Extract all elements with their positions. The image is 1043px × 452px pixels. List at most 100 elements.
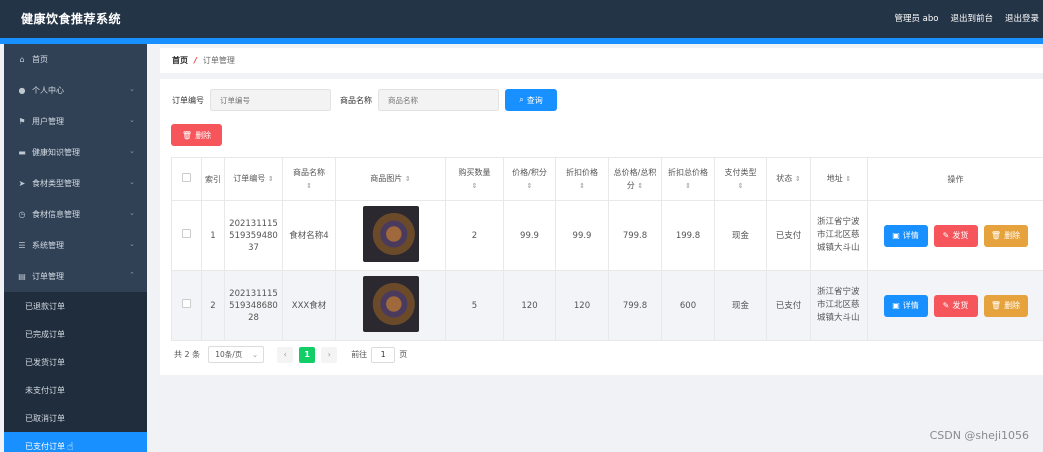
content-panel: 订单编号 商品名称 ⌕ 查询 🗑 删除 索引 订单编 (160, 79, 1043, 375)
sidebar-item-food-type[interactable]: ➤ 食材类型管理 ⌄ (4, 168, 147, 199)
sort-icon: ⇕ (267, 175, 274, 183)
order-no-label: 订单编号 (172, 95, 204, 105)
row-checkbox[interactable] (182, 299, 191, 308)
product-name-input[interactable] (378, 89, 499, 111)
sidebar: ⌂ 首页 ● 个人中心 ⌄ ⚑ 用户管理 ⌄ ▬ 健康知识管理 ⌄ ➤ 食材类型… (4, 44, 147, 452)
sidebar-item-home[interactable]: ⌂ 首页 (4, 44, 147, 75)
col-pay-type[interactable]: 支付类型 ⇕ (714, 157, 767, 201)
sidebar-subitem-completed[interactable]: 已完成订单 (4, 320, 147, 348)
sidebar-subitem-shipped[interactable]: 已发货订单 (4, 348, 147, 376)
row-select-cell[interactable] (171, 200, 202, 271)
edit-icon: ✎ (942, 230, 950, 240)
breadcrumb-current: 订单管理 (202, 56, 235, 65)
book-icon: ▬ (18, 148, 26, 157)
cell-actions: ▣ 详情 ✎ 发货 🗑 删除 (867, 270, 1043, 341)
product-image[interactable] (362, 275, 419, 332)
sidebar-item-label: 食材类型管理 (32, 179, 80, 188)
detail-button[interactable]: ▣ 详情 (883, 294, 928, 317)
menu-icon: ☰ (18, 241, 26, 250)
cell-address: 浙江省宁波市江北区慈城镇大斗山 (810, 200, 868, 271)
col-address[interactable]: 地址 ⇕ (810, 157, 868, 201)
sidebar-subitem-label: 已完成订单 (25, 329, 65, 339)
top-bar: 健康饮食推荐系统 管理员 abo 退出到前台 退出登录 (0, 0, 1043, 38)
total-count: 共 2 条 (174, 350, 201, 359)
orders-table: 索引 订单编号 ⇕ 商品名称 ⇕ 商品图片 ⇕ 购买数量 ⇕ 价格/积分 ⇕ 折扣价格… (171, 157, 1043, 341)
edit-icon: ✎ (942, 300, 950, 310)
order-no-input[interactable] (210, 89, 331, 111)
logout-link[interactable]: 退出登录 (1005, 12, 1039, 24)
sidebar-item-food-info[interactable]: ◷ 食材信息管理 ⌄ (4, 199, 147, 230)
sidebar-item-orders[interactable]: ▤ 订单管理 ⌃ (4, 261, 147, 292)
sidebar-subitem-unpaid[interactable]: 未支付订单 (4, 376, 147, 404)
col-discount[interactable]: 折扣价格 ⇕ (555, 157, 609, 201)
trash-icon: 🗑 (181, 130, 193, 140)
goto-page-input[interactable]: 1 (371, 346, 396, 363)
cell-discount: 99.9 (555, 200, 609, 271)
sidebar-item-label: 订单管理 (32, 272, 64, 281)
sidebar-subitem-paid[interactable]: 已支付订单 ☝ (4, 432, 147, 452)
sidebar-item-label: 个人中心 (32, 86, 64, 95)
col-status[interactable]: 状态 ⇕ (766, 157, 811, 201)
ship-button[interactable]: ✎ 发货 (933, 294, 978, 317)
cell-order-no: 202131115519359480 37 (224, 200, 283, 271)
query-button-label: 查询 (526, 95, 543, 105)
prev-page-button[interactable]: ‹ (277, 346, 294, 363)
sort-icon: ⇕ (526, 181, 533, 190)
sort-icon: ⇕ (637, 181, 644, 190)
chevron-down-icon: ⌄ (129, 209, 135, 217)
col-actions: 操作 (867, 157, 1043, 201)
page-number-current[interactable]: 1 (299, 346, 316, 363)
sort-icon: ⇕ (794, 175, 801, 183)
sidebar-item-users[interactable]: ⚑ 用户管理 ⌄ (4, 106, 147, 137)
sidebar-subitem-cancelled[interactable]: 已取消订单 (4, 404, 147, 432)
select-all-cell[interactable] (171, 157, 202, 201)
breadcrumb-home[interactable]: 首页 (172, 55, 188, 66)
col-order-no[interactable]: 订单编号 ⇕ (224, 157, 283, 201)
doc-icon: ▣ (892, 300, 900, 310)
sidebar-item-system[interactable]: ☰ 系统管理 ⌄ (4, 230, 147, 261)
sidebar-subitem-label: 未支付订单 (25, 385, 65, 395)
cell-total: 799.8 (608, 270, 662, 341)
cell-discount-total: 600 (661, 270, 715, 341)
chevron-up-icon: ⌃ (129, 271, 135, 279)
breadcrumb-separator: / (194, 56, 197, 65)
sidebar-item-profile[interactable]: ● 个人中心 ⌄ (4, 75, 147, 106)
cell-pay-type: 现金 (714, 270, 767, 341)
col-discount-total[interactable]: 折扣总价格 ⇕ (661, 157, 715, 201)
next-page-button[interactable]: › (321, 346, 338, 363)
page-size-select[interactable]: 10条/页 ⌄ (208, 346, 265, 363)
cell-discount: 120 (555, 270, 609, 341)
col-price[interactable]: 价格/积分 ⇕ (503, 157, 556, 201)
sidebar-item-label: 用户管理 (32, 117, 64, 126)
col-product[interactable]: 商品名称 ⇕ (282, 157, 336, 201)
sort-icon: ⇕ (685, 181, 691, 190)
query-button[interactable]: ⌕ 查询 (505, 89, 557, 111)
sort-icon: ⇕ (737, 181, 744, 190)
header-actions: 管理员 abo 退出到前台 退出登录 (894, 12, 1039, 24)
select-all-checkbox[interactable] (182, 172, 191, 182)
col-image[interactable]: 商品图片 ⇕ (335, 157, 446, 201)
sort-icon: ⇕ (845, 175, 852, 183)
sidebar-subitem-label: 已支付订单 (25, 441, 65, 451)
ship-button[interactable]: ✎ 发货 (933, 224, 978, 247)
delete-button[interactable]: 🗑 删除 (983, 294, 1028, 317)
sidebar-item-label: 系统管理 (32, 241, 64, 250)
batch-delete-button[interactable]: 🗑 删除 (171, 124, 222, 146)
detail-button[interactable]: ▣ 详情 (883, 224, 928, 247)
sidebar-item-knowledge[interactable]: ▬ 健康知识管理 ⌄ (4, 137, 147, 168)
row-select-cell[interactable] (171, 270, 202, 341)
cell-discount-total: 199.8 (661, 200, 715, 271)
sidebar-subitem-label: 已取消订单 (25, 413, 65, 423)
back-to-front-link[interactable]: 退出到前台 (950, 12, 993, 24)
col-qty[interactable]: 购买数量 ⇕ (445, 157, 504, 201)
cell-index: 2 (201, 270, 225, 341)
product-image[interactable] (362, 205, 419, 262)
search-form: 订单编号 商品名称 ⌕ 查询 (172, 89, 557, 111)
row-checkbox[interactable] (182, 229, 191, 238)
col-total[interactable]: 总价格/总积分 ⇕ (608, 157, 662, 201)
table-row: 1 202131115519359480 37 食材名称4 2 99.9 99.… (171, 200, 1043, 271)
sidebar-subitem-refunded[interactable]: 已退款订单 (4, 292, 147, 320)
trash-icon: 🗑 (990, 300, 1002, 310)
delete-button[interactable]: 🗑 删除 (983, 224, 1028, 247)
cell-product: XXX食材 (282, 270, 336, 341)
